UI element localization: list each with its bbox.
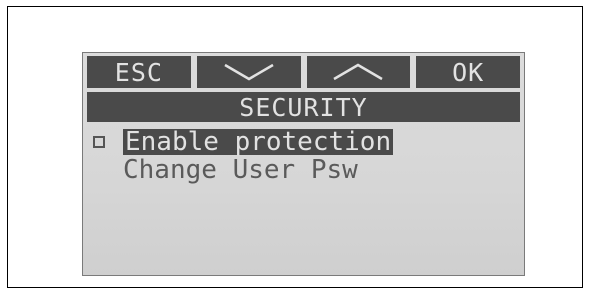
chevron-down-icon <box>223 61 275 83</box>
esc-button[interactable]: ESC <box>87 56 191 88</box>
menu-item-enable-protection[interactable]: Enable protection <box>91 128 521 156</box>
menu-item-label: Change User Psw <box>123 155 358 185</box>
softkey-bar: ESC OK <box>87 56 520 88</box>
chevron-up-icon <box>332 61 384 83</box>
ok-button-label: OK <box>452 57 485 87</box>
figure-frame: ESC OK SECURITY Enable protection Change… <box>7 6 583 288</box>
menu-item-change-user-psw[interactable]: Change User Psw <box>91 156 521 184</box>
lcd-display: ESC OK SECURITY Enable protection Change… <box>82 52 525 276</box>
down-button[interactable] <box>196 56 301 88</box>
esc-button-label: ESC <box>114 57 163 87</box>
screen-title: SECURITY <box>239 92 368 122</box>
up-button[interactable] <box>306 56 411 88</box>
menu-item-label: Enable protection <box>123 127 394 157</box>
menu-list: Enable protection Change User Psw <box>91 128 521 184</box>
ok-button[interactable]: OK <box>416 56 520 88</box>
enable-protection-checkbox[interactable] <box>93 136 105 148</box>
screen-title-bar: SECURITY <box>87 92 520 122</box>
